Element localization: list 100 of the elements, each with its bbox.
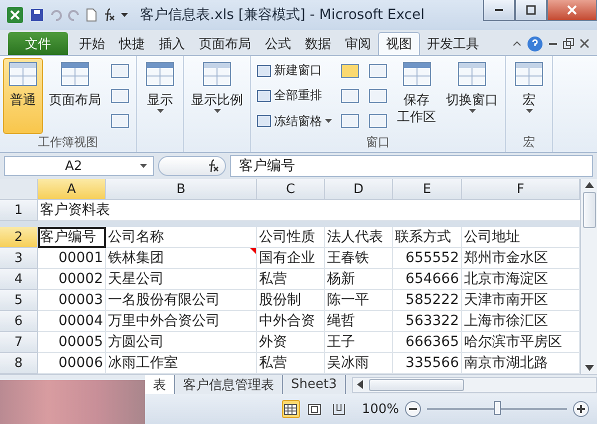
- insert-function-button[interactable]: [158, 156, 226, 176]
- table-cell: 563322: [393, 311, 462, 332]
- window-layout-icon: [369, 114, 387, 128]
- page-break-icon: [332, 404, 345, 414]
- table-cell: 股份制: [257, 290, 325, 311]
- table-cell: 绳哲: [325, 311, 393, 332]
- function-icon[interactable]: [103, 8, 115, 22]
- zoom-in-button[interactable]: [573, 401, 589, 417]
- table-cell: 666365: [393, 332, 462, 353]
- table-cell: 公司性质: [257, 227, 325, 248]
- window-layout-icon: [341, 88, 359, 103]
- window-grid-icon: [146, 62, 174, 86]
- ribbon-button[interactable]: 显示: [140, 58, 180, 134]
- ribbon-button[interactable]: 新建窗口: [257, 62, 332, 80]
- ribbon-tab[interactable]: 开发工具: [420, 32, 486, 55]
- ribbon-tab[interactable]: 数据: [298, 32, 338, 55]
- table-cell: 天星公司: [106, 269, 257, 290]
- file-tab[interactable]: 文件: [8, 32, 68, 55]
- zoom-out-button[interactable]: [405, 401, 421, 417]
- row-header[interactable]: 2: [0, 227, 38, 248]
- ribbon-tab[interactable]: 快捷: [112, 32, 152, 55]
- ribbon-button[interactable]: 显示比例: [187, 58, 247, 134]
- table-cell: 万里中外合资公司: [106, 311, 257, 332]
- column-header[interactable]: C: [257, 179, 325, 200]
- table-cell: 私营: [257, 269, 325, 290]
- table-cell: 外资: [257, 332, 325, 353]
- window-layout-icon: [341, 114, 359, 128]
- name-box[interactable]: A2: [4, 156, 154, 176]
- table-cell: 00003: [38, 290, 106, 311]
- view-button[interactable]: [282, 400, 300, 418]
- group-label: 窗口: [365, 134, 391, 151]
- formula-input[interactable]: 客户编号: [230, 155, 593, 177]
- window-layout-icon: [111, 114, 129, 128]
- zoom-slider-thumb[interactable]: [494, 401, 501, 415]
- ribbon-button[interactable]: 冻结窗格: [257, 112, 332, 130]
- grid-icon: [284, 404, 298, 414]
- ribbon-button[interactable]: 保存工作区: [393, 58, 440, 134]
- table-cell: 655552: [393, 248, 462, 269]
- dropdown-icon[interactable]: [121, 13, 128, 17]
- row-header[interactable]: 4: [0, 269, 38, 290]
- table-cell: 00001: [38, 248, 106, 269]
- row-header[interactable]: 5: [0, 290, 38, 311]
- window-grid-icon: [203, 62, 231, 86]
- scrollbar-thumb[interactable]: [368, 378, 464, 390]
- ribbon-button[interactable]: 页面布局: [45, 58, 105, 134]
- ribbon-tab[interactable]: 公式: [258, 32, 298, 55]
- ribbon-button[interactable]: 全部重排: [257, 87, 332, 104]
- scrollbar-thumb[interactable]: [582, 192, 596, 228]
- ribbon-tab[interactable]: 视图: [378, 32, 420, 55]
- window-icon: [257, 64, 271, 77]
- minimize-button[interactable]: [483, 0, 515, 21]
- table-cell: 国有企业: [257, 248, 325, 269]
- row-header[interactable]: 7: [0, 332, 38, 353]
- row-header[interactable]: 8: [0, 353, 38, 374]
- table-cell: 一名股份有限公司: [106, 290, 257, 311]
- help-icon[interactable]: [527, 36, 543, 52]
- column-header[interactable]: F: [462, 179, 580, 200]
- ribbon-button[interactable]: 切换窗口: [442, 58, 502, 134]
- row-header[interactable]: 1: [0, 200, 38, 221]
- restore-icon[interactable]: [563, 38, 574, 49]
- ribbon-button[interactable]: 宏: [509, 58, 549, 134]
- table-cell: 公司名称: [106, 227, 257, 248]
- table-cell: 654666: [393, 269, 462, 290]
- ribbon-tab[interactable]: 开始: [72, 32, 112, 55]
- excel-logo-icon: [6, 6, 24, 24]
- window-grid-icon: [61, 62, 89, 86]
- table-cell: 铁林集团: [106, 248, 257, 269]
- minimize-icon[interactable]: [549, 42, 557, 44]
- ribbon-tab[interactable]: 页面布局: [192, 32, 258, 55]
- window-grid-icon: [515, 62, 543, 86]
- maximize-button[interactable]: [515, 0, 547, 21]
- collapse-ribbon-icon[interactable]: [513, 41, 521, 46]
- column-header[interactable]: E: [393, 179, 462, 200]
- scroll-down-icon[interactable]: [584, 365, 594, 371]
- column-header[interactable]: A: [38, 179, 106, 200]
- table-cell: 客户编号: [38, 227, 106, 248]
- group-label: 工作簿视图: [37, 134, 99, 151]
- save-icon[interactable]: [30, 8, 44, 22]
- ribbon-tab[interactable]: 审阅: [338, 32, 378, 55]
- row-header[interactable]: 6: [0, 311, 38, 332]
- window-layout-icon: [111, 88, 129, 103]
- row-header[interactable]: 3: [0, 248, 38, 269]
- table-cell: 00005: [38, 332, 106, 353]
- table-cell: 王春铁: [325, 248, 393, 269]
- sheet-tab[interactable]: 表: [145, 375, 175, 394]
- ribbon-tab[interactable]: 插入: [152, 32, 192, 55]
- scroll-up-icon[interactable]: [584, 182, 594, 188]
- window-grid-icon: [458, 62, 486, 86]
- column-header[interactable]: D: [325, 179, 393, 200]
- close-button[interactable]: [547, 0, 597, 21]
- window-grid-icon: [9, 62, 37, 86]
- window-title: 客户信息表.xls [兼容模式] - Microsoft Excel: [140, 6, 424, 24]
- table-cell: 00002: [38, 269, 106, 290]
- ribbon-button[interactable]: 普通: [3, 58, 43, 134]
- column-header[interactable]: B: [106, 179, 257, 200]
- new-file-icon[interactable]: [86, 8, 97, 22]
- window-layout-icon: [341, 64, 359, 78]
- table-cell: 中外合资: [257, 311, 325, 332]
- scroll-left-icon[interactable]: [356, 380, 363, 389]
- close-icon[interactable]: [580, 39, 589, 48]
